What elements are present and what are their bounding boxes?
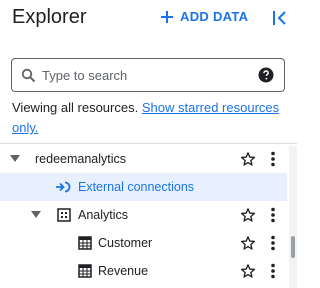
collapse-panel-icon[interactable] <box>270 8 290 28</box>
scrollbar-track[interactable] <box>289 146 297 288</box>
star-icon[interactable] <box>240 151 256 167</box>
tree-row-external-connections[interactable]: External connections <box>0 173 287 201</box>
caret-down-icon[interactable] <box>31 211 41 219</box>
search-icon <box>21 68 36 83</box>
tree-row-label: Revenue <box>98 264 149 278</box>
tree-row-dataset[interactable]: Analytics <box>0 201 287 229</box>
search-box <box>11 58 285 92</box>
divider <box>0 143 297 144</box>
add-data-label: ADD DATA <box>180 9 249 24</box>
more-options-icon[interactable] <box>268 263 278 279</box>
table-icon <box>78 236 92 250</box>
more-options-icon[interactable] <box>268 207 278 223</box>
tree-row-label: External connections <box>78 180 195 194</box>
table-icon <box>78 264 92 278</box>
tree-row-label: redeemanalytics <box>35 152 127 166</box>
viewing-text: Viewing all resources. <box>12 100 139 115</box>
scrollbar-thumb[interactable] <box>291 236 295 258</box>
tree-row-label: Customer <box>98 236 153 250</box>
plus-icon <box>161 10 173 23</box>
tree-row-label: Analytics <box>78 208 129 222</box>
star-icon[interactable] <box>240 207 256 223</box>
page-title: Explorer <box>12 6 87 28</box>
tree-row-table[interactable]: Customer <box>0 229 287 257</box>
help-icon[interactable] <box>258 67 274 83</box>
star-icon[interactable] <box>240 235 256 251</box>
caret-down-icon[interactable] <box>10 155 20 163</box>
viewing-notice: Viewing all resources. Show starred reso… <box>12 98 290 138</box>
tree-row-project[interactable]: redeemanalytics <box>0 145 287 173</box>
tree-row-table[interactable]: Revenue <box>0 257 287 285</box>
dataset-icon <box>57 208 71 222</box>
explorer-header: Explorer ADD DATA <box>0 0 297 38</box>
search-input[interactable] <box>42 65 242 85</box>
star-icon[interactable] <box>240 263 256 279</box>
external-connection-icon <box>56 181 71 193</box>
more-options-icon[interactable] <box>268 151 278 167</box>
add-data-button[interactable]: ADD DATA <box>160 9 248 24</box>
more-options-icon[interactable] <box>268 235 278 251</box>
